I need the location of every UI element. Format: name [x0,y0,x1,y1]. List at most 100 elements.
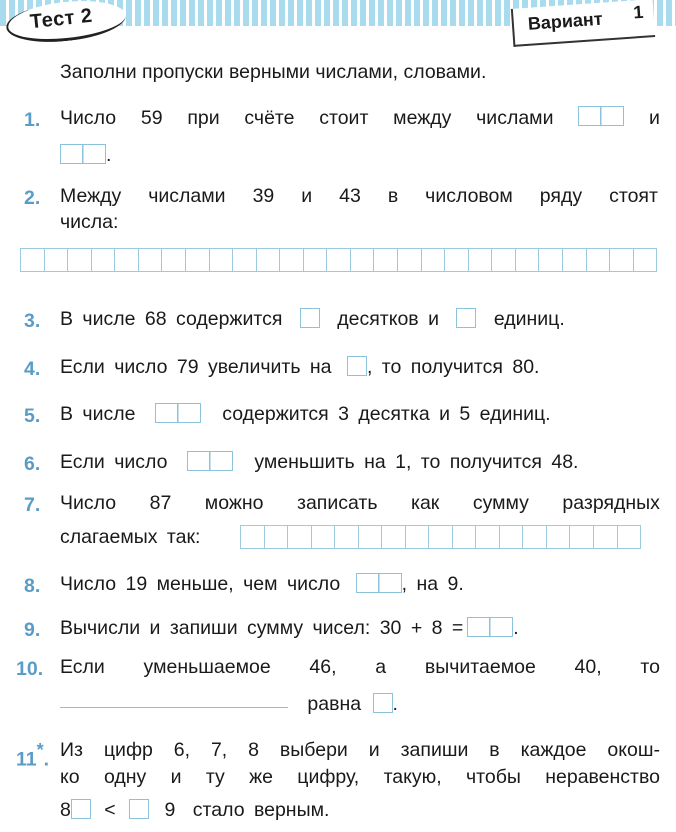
grid-cell[interactable] [610,249,634,271]
word: Между [60,185,122,207]
task-7-line-1: Число 87 можно записать как сумму разряд… [60,491,660,515]
answer-box-one-digit[interactable] [129,799,150,819]
task-number-dot: . [43,748,50,771]
grid-cell[interactable] [68,249,92,271]
grid-cell[interactable] [453,526,477,548]
answer-grid-task-7[interactable] [240,525,642,549]
word: а [375,656,387,678]
grid-cell[interactable] [476,526,500,548]
answer-box-one-digit[interactable] [372,693,393,713]
task-11-line-1: Из цифр 6, 7, 8 выбери и запиши в каждое… [60,738,660,762]
word: такую, [383,766,442,788]
grid-cell[interactable] [327,249,351,271]
word: счёте [244,107,295,129]
grid-cell[interactable] [500,526,524,548]
answer-box-two-digit[interactable] [60,144,106,164]
grid-cell[interactable] [398,249,422,271]
answer-box-two-digit[interactable] [578,106,625,126]
grid-cell[interactable] [570,526,594,548]
word: и [368,739,380,761]
grid-cell[interactable] [280,249,304,271]
answer-grid-task-2[interactable] [20,248,658,272]
grid-cell[interactable] [186,249,210,271]
grid-cell[interactable] [445,249,469,271]
grid-cell[interactable] [547,526,571,548]
task-3-line: В числе 68 содержится десятков и единиц. [60,307,565,331]
answer-box-one-digit[interactable] [299,308,320,328]
grid-cell[interactable] [587,249,611,271]
word: одну [103,766,147,788]
grid-cell[interactable] [241,526,265,548]
grid-cell[interactable] [335,526,359,548]
grid-cell[interactable] [351,249,375,271]
task-number: 7. [24,494,41,516]
answer-blank-line[interactable] [60,707,288,708]
task-number: 2. [24,187,41,209]
answer-box-one-digit[interactable] [70,799,91,819]
grid-cell[interactable] [115,249,139,271]
text: Вычисли и запиши сумму чисел: 30 + 8 = [60,617,464,639]
text: Если число 79 увеличить на [60,356,332,378]
word: окош- [607,739,660,761]
grid-cell[interactable] [265,526,289,548]
grid-cell[interactable] [594,526,618,548]
word: 7, [210,739,228,761]
variant-number: 1 [632,1,645,23]
star-marker: * [36,740,44,760]
grid-cell[interactable] [563,249,587,271]
grid-cell[interactable] [492,249,516,271]
answer-box-two-digit[interactable] [355,573,402,593]
word: 59 [140,107,163,129]
grid-cell[interactable] [21,249,45,271]
grid-cell[interactable] [382,526,406,548]
word: числами [148,185,226,207]
task-4-line: Если число 79 увеличить на , то получитс… [60,355,539,379]
grid-cell[interactable] [92,249,116,271]
grid-cell[interactable] [634,249,658,271]
word: 40, [574,656,602,678]
grid-cell[interactable] [374,249,398,271]
word: 87 [149,492,172,514]
answer-box-one-digit[interactable] [456,308,477,328]
grid-cell[interactable] [406,526,430,548]
grid-cell[interactable] [469,249,493,271]
grid-cell[interactable] [162,249,186,271]
grid-cell[interactable] [257,249,281,271]
variant-label: Вариант [527,8,604,34]
grid-cell[interactable] [139,249,163,271]
word: ко [60,766,80,788]
task-1-line-2: . [60,143,111,167]
word: цифр [103,739,153,761]
answer-box-two-digit[interactable] [154,403,201,423]
text: Число 19 меньше, чем число [60,573,341,595]
grid-cell[interactable] [618,526,642,548]
grid-cell[interactable] [312,526,336,548]
word: 6, [173,739,191,761]
grid-cell[interactable] [304,249,328,271]
grid-cell[interactable] [210,249,234,271]
word: 39 [252,185,275,207]
word: же [249,766,273,788]
grid-cell[interactable] [288,526,312,548]
grid-cell[interactable] [422,249,446,271]
word: Число [60,492,117,514]
grid-cell[interactable] [359,526,383,548]
answer-box-two-digit[interactable] [467,617,514,637]
grid-cell[interactable] [233,249,257,271]
grid-cell[interactable] [516,249,540,271]
text: единиц. [493,308,565,330]
word: каждое [520,739,587,761]
task-number-text: 11 [16,748,37,771]
task-9-line: Вычисли и запиши сумму чисел: 30 + 8 =. [60,616,519,640]
text: , то получится 80. [366,356,540,378]
answer-box-two-digit[interactable] [186,451,233,471]
test-badge: Тест 2 [4,0,128,48]
grid-cell[interactable] [539,249,563,271]
text: содержится 3 десятка и 5 единиц. [222,403,551,425]
grid-cell[interactable] [45,249,69,271]
grid-cell[interactable] [523,526,547,548]
word: 8 [248,739,259,761]
grid-cell[interactable] [429,526,453,548]
answer-box-one-digit[interactable] [346,356,367,376]
word: вычитаемое [424,656,536,678]
